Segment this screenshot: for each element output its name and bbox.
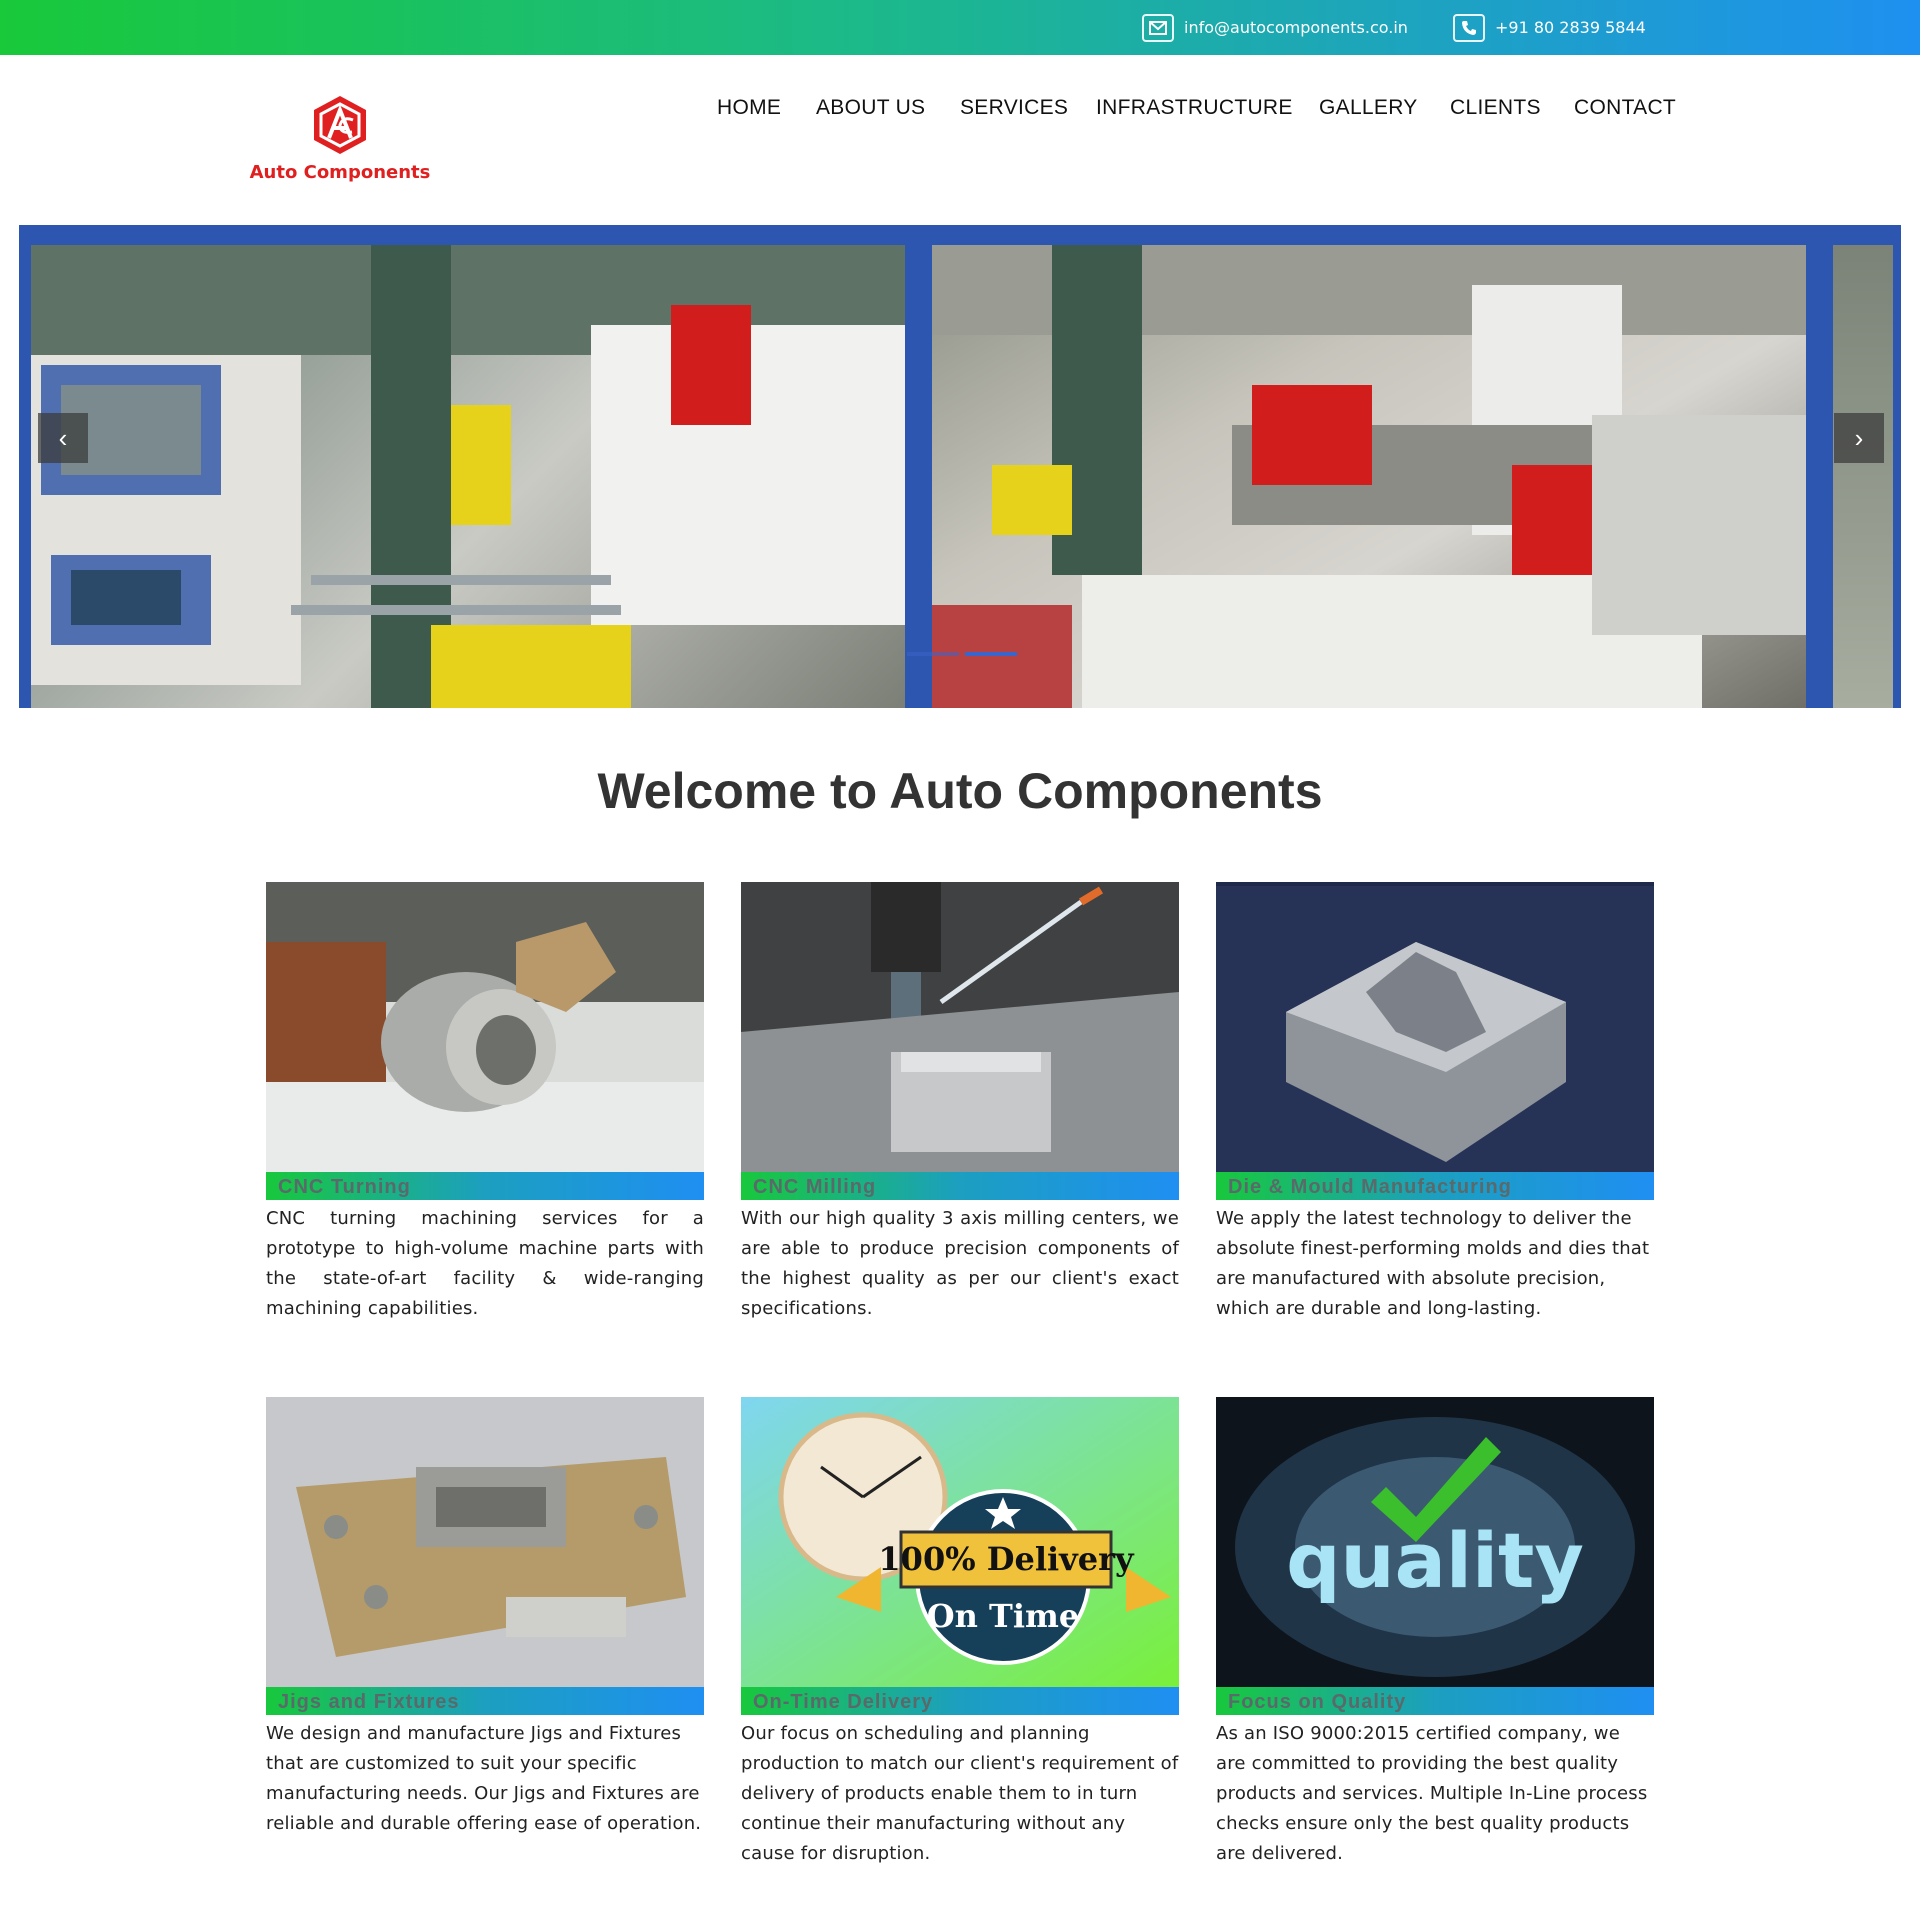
card-title: CNC Turning (266, 1172, 704, 1200)
service-card-on-time-delivery: 100% Delivery On Time On-Time Delivery O… (741, 1397, 1179, 1869)
slider-dot-1[interactable] (907, 652, 959, 656)
service-card-focus-quality: quality Focus on Quality As an ISO 9000:… (1216, 1397, 1654, 1869)
card-description: As an ISO 9000:2015 certified company, w… (1216, 1723, 1648, 1864)
main-nav: HOME ABOUT US SERVICES INFRASTRUCTURE GA… (0, 96, 1920, 126)
envelope-icon (1142, 13, 1174, 42)
nav-home[interactable]: HOME (717, 96, 781, 120)
service-card-jigs-fixtures: Jigs and Fixtures We design and manufact… (266, 1397, 704, 1839)
nav-about-us[interactable]: ABOUT US (816, 96, 925, 120)
card-title: CNC Milling (741, 1172, 1179, 1200)
slider-dot-2[interactable] (965, 652, 1017, 656)
slide-image-partial (1833, 245, 1893, 708)
nav-infrastructure[interactable]: INFRASTRUCTURE (1096, 96, 1293, 120)
email-link[interactable]: info@autocomponents.co.in (1142, 0, 1408, 55)
chevron-right-icon: › (1854, 422, 1864, 453)
nav-services[interactable]: SERVICES (960, 96, 1068, 120)
chevron-left-icon: ‹ (58, 422, 68, 453)
card-title: Die & Mould Manufacturing (1216, 1172, 1654, 1200)
badge-line-1: 100% Delivery (878, 1540, 1135, 1578)
card-description: Our focus on scheduling and planning pro… (741, 1723, 1179, 1864)
slide-image-machine-right (932, 245, 1806, 708)
focus-quality-image: quality (1216, 1397, 1654, 1687)
cnc-turning-image (266, 882, 704, 1172)
slider-indicators (907, 652, 1017, 656)
nav-gallery[interactable]: GALLERY (1319, 96, 1418, 120)
service-card-die-mould: Die & Mould Manufacturing We apply the l… (1216, 882, 1654, 1324)
service-card-cnc-turning: CNC Turning CNC turning machining servic… (266, 882, 704, 1324)
card-title: Focus on Quality (1216, 1687, 1654, 1715)
jigs-fixtures-image (266, 1397, 704, 1687)
nav-contact[interactable]: CONTACT (1574, 96, 1676, 120)
slide-image-machine-left (31, 245, 905, 708)
top-bar: info@autocomponents.co.in +91 80 2839 58… (0, 0, 1920, 55)
nav-clients[interactable]: CLIENTS (1450, 96, 1541, 120)
card-description: We apply the latest technology to delive… (1216, 1208, 1650, 1319)
card-description: We design and manufacture Jigs and Fixtu… (266, 1723, 702, 1834)
badge-line-2: On Time (927, 1597, 1079, 1635)
card-title: Jigs and Fixtures (266, 1687, 704, 1715)
card-description: With our high quality 3 axis milling cen… (741, 1208, 1179, 1319)
email-text[interactable]: info@autocomponents.co.in (1184, 18, 1408, 37)
slider-prev-button[interactable]: ‹ (38, 413, 88, 463)
quality-word: quality (1286, 1516, 1584, 1605)
on-time-delivery-image: 100% Delivery On Time (741, 1397, 1179, 1687)
card-description: CNC turning machining services for a pro… (266, 1208, 704, 1319)
cnc-milling-image (741, 882, 1179, 1172)
logo-text: Auto Components (249, 162, 431, 183)
phone-icon (1453, 13, 1485, 42)
phone-text[interactable]: +91 80 2839 5844 (1495, 18, 1646, 37)
card-title: On-Time Delivery (741, 1687, 1179, 1715)
service-card-cnc-milling: CNC Milling With our high quality 3 axis… (741, 882, 1179, 1324)
page-title: Welcome to Auto Components (597, 763, 1323, 819)
phone-link[interactable]: +91 80 2839 5844 (1453, 0, 1646, 55)
die-mould-image (1216, 882, 1654, 1172)
hero-slider: ‹ › (19, 225, 1901, 708)
slider-next-button[interactable]: › (1834, 413, 1884, 463)
